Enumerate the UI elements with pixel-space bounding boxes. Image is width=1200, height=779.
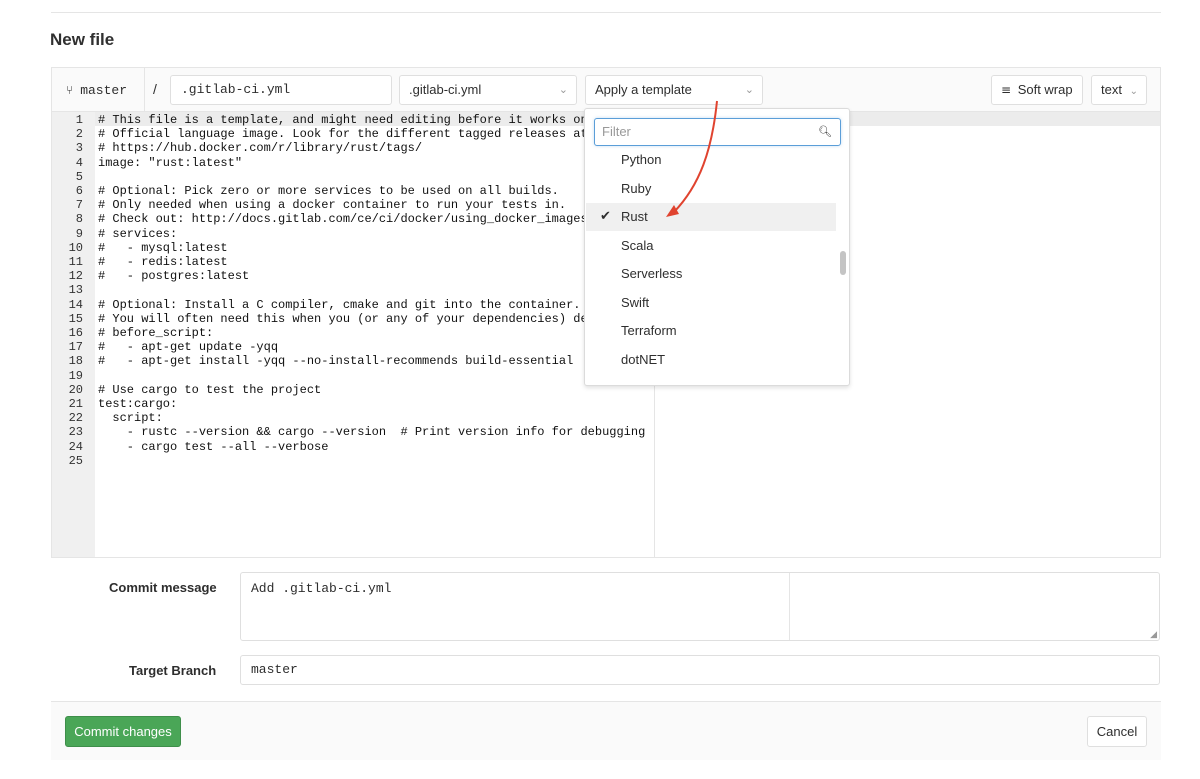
- line-number: 2: [75, 127, 83, 142]
- code-line: # Use cargo to test the project: [98, 382, 322, 397]
- code-line: - cargo test --all --verbose: [98, 439, 329, 454]
- chevron-down-icon: ⌄: [744, 83, 754, 96]
- code-line: test:cargo:: [98, 397, 178, 411]
- editor-mode-value: text: [1101, 82, 1122, 97]
- target-branch-label: Target Branch: [129, 663, 217, 678]
- code-line: script:: [98, 411, 163, 426]
- template-option-label: dotNET: [621, 351, 666, 367]
- line-number: 16: [68, 326, 83, 340]
- code-line: # Check out: http://docs.gitlab.com/ce/c…: [98, 212, 646, 227]
- template-option-label: Ruby: [621, 180, 652, 196]
- code-line: # This file is a template, and might nee…: [98, 113, 646, 127]
- code-line: # Optional: Install a C compiler, cmake …: [98, 297, 581, 312]
- line-number: 18: [68, 354, 83, 369]
- commit-message-field[interactable]: Add .gitlab-ci.yml ◢: [240, 572, 1160, 641]
- template-option-label: Rust: [621, 209, 648, 224]
- template-select-label: Apply a template: [595, 82, 692, 97]
- template-option-label: Scala: [621, 237, 654, 253]
- line-number: 6: [75, 184, 83, 198]
- line-number: 13: [68, 283, 83, 298]
- code-line: # - apt-get install -yqq --no-install-re…: [98, 354, 574, 369]
- branch-name: master: [80, 82, 128, 98]
- dropdown-scrollbar[interactable]: [840, 251, 846, 275]
- page-title: New file: [50, 30, 115, 49]
- line-number: 11: [68, 255, 83, 269]
- code-line: # Optional: Pick zero or more services t…: [98, 184, 559, 198]
- template-option[interactable]: dotNET: [586, 346, 836, 374]
- line-number: 19: [68, 368, 83, 383]
- line-number: 22: [68, 411, 83, 426]
- template-option-label: Serverless: [621, 266, 683, 281]
- template-option[interactable]: Swift: [586, 289, 836, 317]
- template-filter-input[interactable]: Filter 🔍︎: [594, 118, 841, 146]
- code-line: # - apt-get update -yqq: [98, 340, 279, 355]
- resize-handle-icon[interactable]: ◢: [1150, 630, 1157, 640]
- line-number: 8: [75, 212, 83, 227]
- file-type-select[interactable]: .gitlab-ci.yml ⌄: [399, 75, 577, 105]
- line-number: 9: [75, 226, 83, 241]
- line-number: 10: [68, 240, 83, 255]
- template-option[interactable]: Python: [586, 146, 836, 174]
- template-option-label: Swift: [621, 294, 650, 310]
- line-number: 7: [75, 198, 83, 213]
- line-number: 25: [68, 453, 83, 468]
- chevron-down-icon: ⌄: [558, 83, 568, 96]
- code-line: # - mysql:latest: [98, 240, 228, 255]
- form-actions: Commit changes Cancel: [51, 701, 1161, 760]
- soft-wrap-button[interactable]: ≡ Soft wrap: [991, 75, 1083, 105]
- commit-changes-button[interactable]: Commit changes: [65, 716, 181, 747]
- cancel-button[interactable]: Cancel: [1087, 716, 1147, 747]
- editor-mode-select[interactable]: text ⌄: [1091, 75, 1147, 105]
- template-select[interactable]: Apply a template ⌄: [585, 75, 763, 105]
- line-number: 21: [68, 397, 83, 411]
- path-separator: /: [153, 81, 157, 97]
- code-line: # services:: [98, 226, 178, 241]
- fork-icon: ⑂: [66, 83, 74, 97]
- check-icon: ✔: [600, 209, 611, 224]
- line-number: 14: [68, 297, 83, 312]
- commit-message-text: Add .gitlab-ci.yml: [251, 581, 392, 596]
- wrap-icon: ≡: [1001, 83, 1012, 97]
- template-option[interactable]: ✔ Rust: [586, 203, 836, 231]
- chevron-down-icon: ⌄: [1129, 86, 1138, 97]
- filter-placeholder: Filter: [602, 124, 631, 139]
- template-option-label: Terraform: [621, 323, 677, 338]
- file-type-value: .gitlab-ci.yml: [409, 82, 482, 97]
- line-number: 15: [68, 311, 83, 326]
- search-icon: 🔍︎: [818, 125, 832, 138]
- line-number: 1: [75, 113, 83, 127]
- line-number: 20: [68, 382, 83, 397]
- template-option-label: Python: [621, 152, 662, 167]
- code-line: # You will often need this when you (or …: [98, 311, 646, 326]
- line-number: 24: [68, 439, 83, 454]
- line-number-gutter: 1 2 3 4 5 6 7 8 9 10 11 12 13 14 15 16 17 18 19 20 21 22 23 24 2…: [52, 112, 95, 557]
- line-number: 3: [75, 141, 83, 156]
- line-number: 12: [68, 269, 83, 284]
- code-line: - rustc --version && cargo --version # P…: [98, 425, 646, 440]
- commit-message-label: Commit message: [109, 580, 217, 595]
- code-line: # https://hub.docker.com/r/library/rust/…: [98, 141, 423, 156]
- commit-message-divider: [789, 573, 790, 640]
- code-line: # Official language image. Look for the …: [98, 127, 595, 142]
- line-number: 5: [75, 169, 83, 184]
- template-dropdown: Filter 🔍︎ Python Ruby ✔ Rust Scala Serverless…: [584, 108, 850, 386]
- line-number: 17: [68, 340, 83, 355]
- code-line: # before_script:: [98, 326, 214, 340]
- branch-indicator: ⑂ master: [52, 68, 145, 112]
- line-number: 4: [75, 155, 83, 170]
- filename-input[interactable]: .gitlab-ci.yml: [170, 75, 392, 105]
- template-option[interactable]: Scala: [586, 232, 836, 260]
- code-line: image: "rust:latest": [98, 155, 243, 170]
- code-line: # - redis:latest: [98, 255, 228, 269]
- template-option[interactable]: Ruby: [586, 175, 836, 203]
- code-line: # Only needed when using a docker contai…: [98, 198, 567, 213]
- soft-wrap-label: Soft wrap: [1017, 82, 1073, 97]
- template-option[interactable]: Terraform: [586, 317, 836, 345]
- target-branch-input[interactable]: master: [240, 655, 1160, 685]
- code-line: # - postgres:latest: [98, 269, 250, 284]
- line-number: 23: [68, 425, 83, 440]
- top-divider: [51, 12, 1161, 13]
- template-option[interactable]: Serverless: [586, 260, 836, 288]
- editor-toolbar: ⑂ master / .gitlab-ci.yml .gitlab-ci.yml…: [52, 68, 1160, 112]
